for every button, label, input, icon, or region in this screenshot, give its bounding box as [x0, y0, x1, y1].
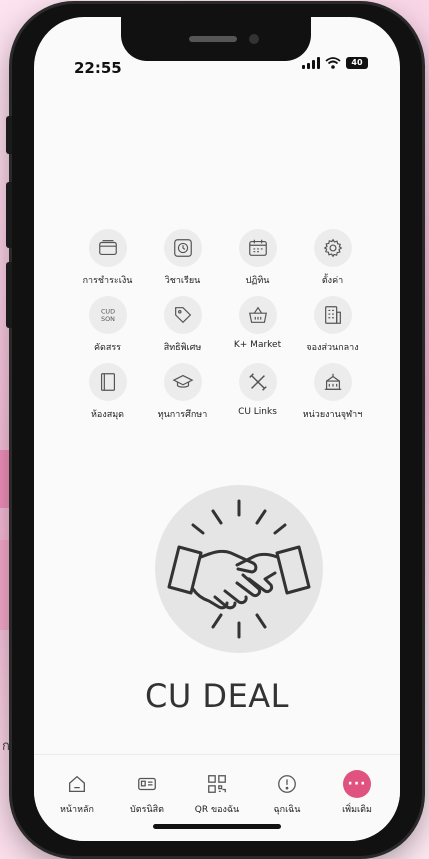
menu-item-cudson[interactable]: CUD SON คัดสรร — [70, 296, 145, 354]
menu-item-label: ตั้งค่า — [321, 276, 344, 286]
menu-item-payment[interactable]: การชำระเงิน — [70, 229, 145, 287]
menu-item-cu-units[interactable]: หน่วยงานจุฬาฯ — [295, 363, 370, 421]
cu-deal-title: CU DEAL — [144, 677, 289, 715]
clock-icon — [163, 229, 202, 267]
menu-item-label: การชำระเงิน — [82, 276, 133, 286]
cud-son-icon: CUD SON — [88, 296, 127, 334]
menu-grid: การชำระเงิน วิชาเรียน ปฏิทิน ตั้งค่า CUD… — [70, 229, 370, 421]
speaker — [189, 36, 237, 42]
volume-down-button — [6, 262, 12, 328]
menu-item-privileges[interactable]: สิทธิพิเศษ — [145, 296, 220, 354]
menu-item-label: จองส่วนกลาง — [306, 343, 359, 353]
handshake-icon — [167, 499, 311, 639]
tab-label: เพิ่มเติม — [342, 805, 372, 815]
phone-frame: 22:55 40 การชำระเงิน วิชาเรียน ปฏิทิน ตั… — [6, 4, 422, 856]
battery-icon: 40 — [346, 57, 368, 69]
tab-more[interactable]: ··· เพิ่มเติม — [325, 769, 389, 841]
menu-item-label: คัดสรร — [93, 343, 122, 353]
menu-item-label: ห้องสมุด — [90, 410, 124, 420]
more-icon: ··· — [342, 769, 372, 799]
menu-item-courses[interactable]: วิชาเรียน — [145, 229, 220, 287]
menu-item-label: K+ Market — [233, 340, 282, 350]
tab-label: QR ของฉัน — [194, 805, 240, 815]
home-indicator[interactable] — [153, 824, 281, 829]
building-icon — [313, 363, 352, 401]
qr-code-icon — [202, 769, 232, 799]
menu-item-library[interactable]: ห้องสมุด — [70, 363, 145, 421]
graduation-cap-icon — [163, 363, 202, 401]
menu-item-calendar[interactable]: ปฏิทิน — [220, 229, 295, 287]
menu-item-booking[interactable]: จองส่วนกลาง — [295, 296, 370, 354]
menu-item-label: วิชาเรียน — [164, 276, 201, 286]
menu-item-label: CU Links — [238, 407, 277, 417]
tab-home[interactable]: หน้าหลัก — [45, 769, 109, 841]
wifi-icon — [325, 57, 341, 69]
book-icon — [88, 363, 127, 401]
front-camera — [249, 34, 259, 44]
side-text: ก — [2, 739, 10, 754]
tab-student-card[interactable]: บัตรนิสิต — [115, 769, 179, 841]
basket-icon — [238, 296, 277, 334]
tab-label: บัตรนิสิต — [130, 805, 164, 815]
menu-item-label: สิทธิพิเศษ — [163, 343, 202, 353]
more-dot: ··· — [343, 770, 371, 798]
menu-item-label: หน่วยงานจุฬาฯ — [302, 410, 363, 420]
home-icon — [62, 769, 92, 799]
cu-deal-banner[interactable] — [155, 485, 323, 653]
notch — [121, 17, 311, 61]
menu-item-settings[interactable]: ตั้งค่า — [295, 229, 370, 287]
tab-label: หน้าหลัก — [59, 805, 95, 815]
gear-icon — [313, 229, 352, 267]
menu-item-cu-links[interactable]: CU Links — [220, 363, 295, 421]
menu-item-label: ปฏิทิน — [245, 276, 270, 286]
calendar-icon — [238, 229, 277, 267]
wallet-icon — [88, 229, 127, 267]
app-screen: 22:55 40 การชำระเงิน วิชาเรียน ปฏิทิน ตั… — [34, 17, 400, 841]
status-time: 22:55 — [74, 59, 122, 77]
tag-icon — [163, 296, 202, 334]
tab-my-qr[interactable]: QR ของฉัน — [185, 769, 249, 841]
menu-item-scholarship[interactable]: ทุนการศึกษา — [145, 363, 220, 421]
menu-item-kplus-market[interactable]: K+ Market — [220, 296, 295, 354]
volume-up-button — [6, 182, 12, 248]
menu-item-label: ทุนการศึกษา — [157, 410, 208, 420]
tab-emergency[interactable]: ฉุกเฉิน — [255, 769, 319, 841]
id-card-icon — [132, 769, 162, 799]
cud-son-bottom-text: SON — [101, 315, 115, 323]
alert-icon — [272, 769, 302, 799]
booking-icon — [313, 296, 352, 334]
tools-icon — [238, 363, 277, 401]
signal-icon — [302, 57, 320, 69]
status-icons: 40 — [302, 57, 368, 69]
mute-switch — [6, 116, 12, 154]
tab-label: ฉุกเฉิน — [273, 805, 301, 815]
